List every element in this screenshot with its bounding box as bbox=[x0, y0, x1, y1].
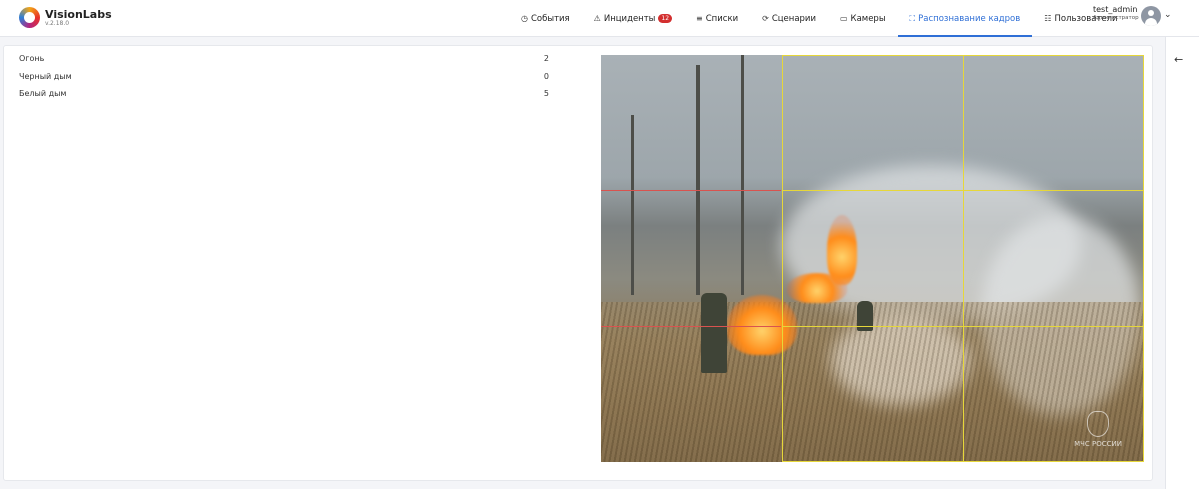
stat-value: 5 bbox=[543, 89, 549, 98]
stat-row-white-smoke: Белый дым 5 bbox=[19, 89, 549, 103]
users-icon: ☷ bbox=[1044, 14, 1052, 23]
nav-item-lists[interactable]: ≡ Списки bbox=[684, 0, 750, 37]
tree bbox=[631, 115, 634, 295]
detection-line bbox=[601, 326, 781, 327]
stat-value: 0 bbox=[543, 72, 549, 81]
stat-row-fire: Огонь 2 bbox=[19, 54, 549, 68]
visionlabs-logo-icon bbox=[19, 7, 40, 28]
tree bbox=[741, 55, 744, 295]
camera-icon: ▭ bbox=[839, 14, 848, 23]
incidents-count-badge: 12 bbox=[658, 14, 673, 23]
main-nav: ◷ События ⚠ Инциденты 12 ≡ Списки ⟳ Сцен… bbox=[509, 0, 1130, 37]
list-icon: ≡ bbox=[696, 14, 703, 23]
emblem-icon bbox=[1087, 411, 1110, 437]
stat-value: 2 bbox=[543, 54, 549, 63]
nav-item-events[interactable]: ◷ События bbox=[509, 0, 582, 37]
stat-label: Белый дым bbox=[19, 89, 67, 98]
nav-item-incidents[interactable]: ⚠ Инциденты 12 bbox=[582, 0, 684, 37]
avatar[interactable] bbox=[1141, 6, 1161, 26]
app-version: v.2.18.0 bbox=[45, 19, 70, 27]
user-role: Администратор bbox=[1093, 14, 1139, 21]
tree bbox=[696, 65, 700, 295]
nav-item-label: События bbox=[530, 13, 570, 24]
arrow-left-icon[interactable]: ← bbox=[1174, 53, 1183, 66]
fire-flame bbox=[827, 215, 857, 285]
app-name: VisionLabs bbox=[45, 7, 112, 21]
user-info[interactable]: test_admin Администратор bbox=[1093, 5, 1139, 21]
recognition-result-panel: Огонь 2 Черный дым 0 Белый дым 5 МЧС РОС bbox=[3, 45, 1153, 481]
nav-item-cameras[interactable]: ▭ Камеры bbox=[828, 0, 898, 37]
stat-row-black-smoke: Черный дым 0 bbox=[19, 72, 549, 86]
stat-label: Черный дым bbox=[19, 72, 72, 81]
scenario-icon: ⟳ bbox=[762, 14, 769, 23]
detection-box[interactable] bbox=[782, 326, 964, 462]
nav-item-label: Камеры bbox=[850, 13, 886, 24]
detection-box[interactable] bbox=[782, 55, 964, 191]
top-bar: VisionLabs v.2.18.0 ◷ События ⚠ Инцидент… bbox=[0, 0, 1199, 37]
chevron-down-icon[interactable]: ⌄ bbox=[1164, 10, 1172, 20]
watermark: МЧС РОССИИ bbox=[1074, 411, 1122, 448]
recognized-frame-image: МЧС РОССИИ bbox=[601, 55, 1144, 462]
stat-label: Огонь bbox=[19, 54, 45, 63]
detection-box[interactable] bbox=[963, 190, 1144, 327]
frame-icon: ⛶ bbox=[909, 13, 916, 23]
warning-icon: ⚠ bbox=[593, 14, 601, 23]
right-side-panel: ← bbox=[1165, 37, 1199, 489]
watermark-text: МЧС РОССИИ bbox=[1074, 440, 1122, 448]
user-name: test_admin bbox=[1093, 5, 1138, 14]
firefighter bbox=[701, 293, 727, 373]
nav-item-label: Инциденты bbox=[603, 13, 656, 24]
nav-item-scenarios[interactable]: ⟳ Сценарии bbox=[750, 0, 828, 37]
clock-icon: ◷ bbox=[521, 14, 528, 23]
detection-box[interactable] bbox=[963, 55, 1144, 191]
detection-box-edge bbox=[782, 190, 783, 327]
nav-item-label: Распознавание кадров bbox=[918, 13, 1021, 24]
nav-item-label: Списки bbox=[705, 13, 739, 24]
detection-line bbox=[601, 190, 781, 191]
logo[interactable]: VisionLabs v.2.18.0 bbox=[19, 7, 112, 28]
nav-item-frame-recognition[interactable]: ⛶ Распознавание кадров bbox=[897, 0, 1033, 37]
nav-item-label: Сценарии bbox=[771, 13, 816, 24]
